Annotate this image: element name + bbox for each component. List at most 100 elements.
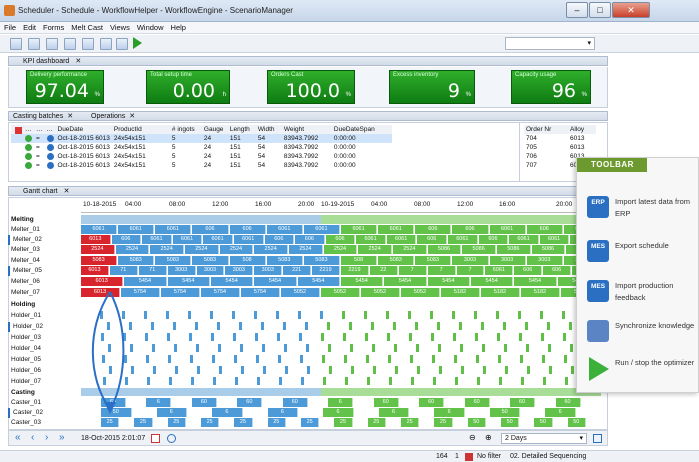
caster-bar[interactable]: 6 [146, 398, 172, 407]
gantt-bar[interactable]: 5454 [514, 277, 557, 286]
caster-bar[interactable]: 60 [419, 398, 445, 407]
holding-block[interactable] [497, 333, 500, 341]
gantt-bar[interactable]: 6061 [142, 235, 172, 244]
holding-block[interactable] [168, 355, 171, 363]
caster-bar[interactable]: 50 [567, 418, 586, 427]
col-duedate[interactable]: DueDate [56, 125, 112, 134]
gantt-bar[interactable]: 5086 [427, 245, 462, 254]
gantt-bar[interactable]: 3003 [225, 266, 254, 275]
gantt-bar[interactable]: 5454 [211, 277, 254, 286]
holding-block[interactable] [496, 311, 499, 319]
run-optimizer-button[interactable]: Run / stop the optimizer [577, 353, 699, 393]
gantt-bar[interactable]: 5182 [521, 288, 560, 297]
gantt-bar[interactable]: 5754 [241, 288, 280, 297]
gantt-bar[interactable]: 5052 [401, 288, 440, 297]
gantt-bar[interactable]: 6061 [172, 235, 203, 244]
holding-block[interactable] [169, 377, 172, 385]
gantt-bar[interactable]: 221 [283, 266, 312, 275]
holding-block[interactable] [277, 333, 280, 341]
gantt-bar[interactable]: 5086 [462, 245, 496, 254]
gantt-bar[interactable]: 5052 [321, 288, 360, 297]
gantt-bar[interactable]: 5454 [124, 277, 167, 286]
gantt-bar[interactable]: 5754 [201, 288, 240, 297]
col-length[interactable]: Length [228, 125, 256, 134]
holding-block[interactable] [320, 311, 323, 319]
gantt-bar[interactable]: 5052 [361, 288, 400, 297]
col-weight[interactable]: Weight [282, 125, 332, 134]
holding-block[interactable] [452, 311, 455, 319]
holding-block[interactable] [327, 322, 330, 330]
gantt-bar[interactable]: 6061 [485, 266, 514, 275]
prev-icon[interactable]: ‹ [31, 432, 34, 443]
gantt-bar[interactable]: 606 [264, 235, 295, 244]
menu-views[interactable]: Views [106, 22, 133, 32]
gantt-bar[interactable]: 2524 [254, 245, 288, 254]
gantt-bar[interactable]: 5454 [254, 277, 297, 286]
gantt-bar[interactable]: 606 [229, 225, 266, 234]
gantt-bar[interactable]: 22 [369, 266, 398, 275]
gantt-bar[interactable]: 2524 [219, 245, 254, 254]
holding-block[interactable] [322, 355, 325, 363]
holding-block[interactable] [219, 366, 222, 374]
gantt-bar[interactable]: 6013 [81, 266, 109, 275]
zoom-level-select[interactable]: 2 Days ▾ [501, 433, 587, 444]
holding-block[interactable] [569, 322, 572, 330]
holding-block[interactable] [476, 355, 479, 363]
tab-casting-batches[interactable]: Casting batches [13, 113, 63, 120]
col-duedatespan[interactable]: DueDateSpan [332, 125, 392, 134]
holding-block[interactable] [240, 344, 243, 352]
holding-block[interactable] [367, 377, 370, 385]
zoom-out-icon[interactable]: ⊖ [469, 433, 476, 442]
holding-block[interactable] [343, 333, 346, 341]
first-page-icon[interactable]: « [15, 432, 21, 443]
gantt-bar[interactable]: 5454 [167, 277, 210, 286]
holding-block[interactable] [455, 377, 458, 385]
gantt-bar[interactable]: 5083 [378, 256, 415, 265]
holding-block[interactable] [503, 322, 506, 330]
gantt-bar[interactable]: 3003 [489, 256, 526, 265]
holding-block[interactable] [548, 344, 551, 352]
gantt-bar[interactable]: 5086 [531, 245, 566, 254]
holding-block[interactable] [475, 333, 478, 341]
holding-block[interactable] [432, 355, 435, 363]
caster-bar[interactable]: 6 [267, 408, 299, 417]
gantt-bar[interactable]: 7 [456, 266, 485, 275]
holding-block[interactable] [188, 311, 191, 319]
close-button[interactable]: ✕ [612, 2, 650, 18]
holding-block[interactable] [437, 322, 440, 330]
gantt-bar[interactable]: 5454 [471, 277, 514, 286]
gantt-bar[interactable]: 2524 [81, 245, 115, 254]
holding-block[interactable] [498, 355, 501, 363]
holding-block[interactable] [241, 366, 244, 374]
holding-block[interactable] [460, 344, 463, 352]
holding-block[interactable] [540, 311, 543, 319]
holding-block[interactable] [518, 311, 521, 319]
holding-block[interactable] [328, 344, 331, 352]
kpi-dashboard-tab[interactable]: KPI dashboard ✕ [8, 56, 608, 66]
holding-block[interactable] [519, 333, 522, 341]
holding-block[interactable] [257, 377, 260, 385]
holding-block[interactable] [300, 355, 303, 363]
gantt-bar[interactable]: 5052 [281, 288, 320, 297]
gantt-bar[interactable]: 606 [514, 266, 543, 275]
gantt-bar[interactable]: 508 [229, 256, 266, 265]
holding-block[interactable] [409, 333, 412, 341]
holding-block[interactable] [415, 322, 418, 330]
holding-block[interactable] [196, 344, 199, 352]
holding-block[interactable] [541, 333, 544, 341]
holding-block[interactable] [504, 344, 507, 352]
holding-block[interactable] [483, 366, 486, 374]
caster-bar[interactable]: 25 [201, 418, 220, 427]
holding-block[interactable] [453, 333, 456, 341]
holding-block[interactable] [461, 366, 464, 374]
holding-block[interactable] [365, 333, 368, 341]
gantt-bar[interactable]: 6061 [489, 225, 526, 234]
holding-block[interactable] [212, 355, 215, 363]
holding-block[interactable] [482, 344, 485, 352]
col-gauge[interactable]: Gauge [202, 125, 228, 134]
holding-block[interactable] [349, 322, 352, 330]
holding-block[interactable] [279, 377, 282, 385]
caster-bar[interactable]: 25 [401, 418, 420, 427]
holding-block[interactable] [234, 355, 237, 363]
gantt-bar[interactable]: 606 [452, 225, 489, 234]
